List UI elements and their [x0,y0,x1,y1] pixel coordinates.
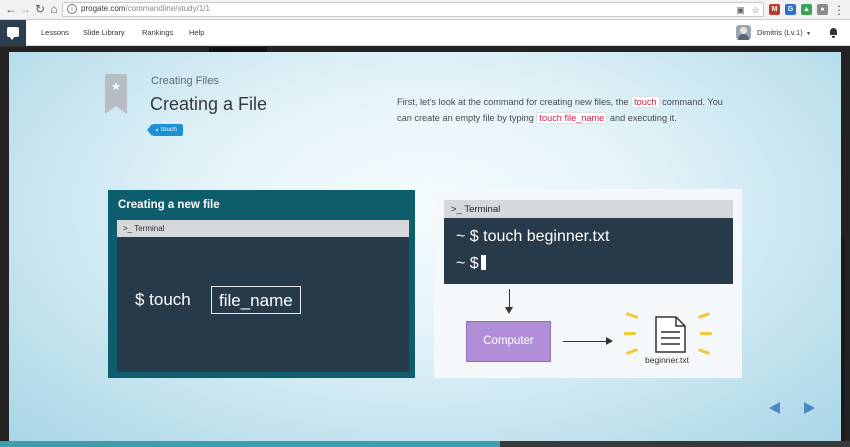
inline-code: touch [631,96,660,108]
description-text: First, let's look at the command for cre… [397,97,632,107]
spark-icon [697,312,711,319]
terminal-label: >_ Terminal [451,204,500,215]
nav-lessons[interactable]: Lessons [41,28,69,37]
avatar [736,25,751,40]
terminal-label: >_ Terminal [123,224,164,233]
spark-icon [624,332,636,335]
chevron-down-icon: ▼ [806,31,811,37]
next-slide-icon[interactable] [804,402,815,414]
progress-track [500,441,850,447]
extension-icon[interactable]: M [769,4,780,15]
tag-badge: touch [147,124,183,136]
address-url: progate.com/commandline/study/1/1 [81,4,210,13]
terminal-window: >_ Terminal ~ $ touch beginner.txt ~ $ [444,200,733,284]
user-name: Dimitris (Lv.1) [757,28,803,37]
spark-icon [625,312,639,319]
terminal-window: >_ Terminal $ touch file_name [117,220,409,372]
drive-icon[interactable]: ▲ [801,4,812,15]
progress-bar [0,441,500,447]
computer-label: Computer [483,335,534,347]
menu-icon[interactable]: ⋮ [832,3,846,17]
computer-box: Computer [466,321,551,362]
url-path: /commandline/study/1/1 [125,4,210,13]
arrow-right-icon [563,337,613,345]
card-title: Creating a new file [118,199,220,211]
star-icon: ★ [111,80,121,93]
terminal-title-bar: >_ Terminal [117,220,409,237]
description-text: and executing it. [607,113,677,123]
back-icon[interactable]: ← [4,2,18,16]
app-header: Lessons Slide Library Rankings Help Dimi… [0,20,850,46]
prompt-icon: >_ [451,204,465,215]
terminal-label-text: Terminal [134,224,165,233]
example-card: >_ Terminal ~ $ touch beginner.txt ~ $ C… [434,189,742,378]
terminal-title-bar: >_ Terminal [444,200,733,218]
info-icon[interactable]: i [67,4,77,14]
creating-file-card: Creating a new file >_ Terminal $ touch … [108,190,415,378]
argument-text: file_name [219,291,293,310]
scrollbar[interactable] [841,237,845,447]
file-icon [655,316,686,353]
forward-icon[interactable]: → [18,2,32,16]
extension-icon[interactable]: ● [817,4,828,15]
command-text: $ touch [135,290,191,309]
file-name: beginner.txt [645,355,689,365]
home-icon[interactable]: ⌂ [47,2,61,16]
bookmark-icon: ★ [105,74,127,114]
prompt-icon: >_ [123,224,135,233]
spark-icon [625,348,639,355]
address-bar[interactable]: i progate.com/commandline/study/1/1 ▣ ☆ [62,2,764,17]
inline-code: touch file_name [536,112,608,124]
reload-icon[interactable]: ↻ [33,2,47,16]
previous-slide-icon[interactable] [769,402,780,414]
lesson-title: Creating a File [150,94,268,114]
argument-box: file_name [211,286,301,314]
spark-icon [697,348,711,355]
progate-logo[interactable] [0,20,26,46]
nav-help[interactable]: Help [189,28,204,37]
logo-mark [7,27,19,40]
terminal-line: ~ $ touch beginner.txt [456,228,610,245]
star-icon[interactable]: ☆ [750,5,761,15]
browser-toolbar: ← → ↻ ⌂ i progate.com/commandline/study/… [0,0,850,20]
url-host: progate.com [81,4,126,13]
cursor-icon [480,255,486,270]
translate-icon[interactable]: ▣ [735,5,746,15]
nav-rankings[interactable]: Rankings [142,28,173,37]
lesson-subtitle: Creating Files [151,75,219,87]
terminal-label-text: Terminal [464,204,501,215]
arrow-down-icon [505,289,513,314]
lesson-description: First, let's look at the command for cre… [397,94,737,126]
terminal-prompt: ~ $ [456,255,479,272]
nav-slide-library[interactable]: Slide Library [83,28,125,37]
bell-icon[interactable] [829,28,838,38]
extension-icon[interactable]: G [785,4,796,15]
terminal-line: ~ $ [456,255,486,273]
spark-icon [700,332,712,335]
